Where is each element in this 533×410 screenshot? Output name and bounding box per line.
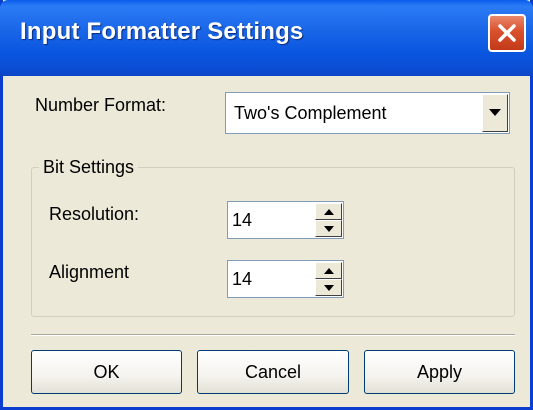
resolution-increment-button[interactable]	[315, 203, 342, 220]
dialog-window: Input Formatter Settings Number Format: …	[0, 0, 533, 410]
chevron-down-icon	[489, 109, 501, 116]
dropdown-button[interactable]	[482, 94, 508, 132]
spin-up-icon	[324, 209, 334, 215]
title-bar[interactable]: Input Formatter Settings	[0, 0, 533, 76]
alignment-increment-button[interactable]	[315, 262, 342, 279]
resolution-value[interactable]: 14	[232, 210, 252, 231]
number-format-select[interactable]: Two's Complement	[225, 92, 510, 134]
alignment-value[interactable]: 14	[232, 269, 252, 290]
alignment-decrement-button[interactable]	[315, 279, 342, 296]
cancel-button[interactable]: Cancel	[197, 350, 349, 394]
ok-button[interactable]: OK	[31, 350, 182, 394]
close-icon	[498, 24, 516, 42]
spin-down-icon	[324, 226, 334, 232]
resolution-decrement-button[interactable]	[315, 220, 342, 237]
button-separator	[31, 334, 515, 336]
apply-button[interactable]: Apply	[364, 350, 515, 394]
resolution-spin-buttons	[315, 203, 342, 237]
alignment-spinner[interactable]: 14	[227, 260, 344, 298]
bit-settings-label: Bit Settings	[39, 157, 139, 178]
spin-up-icon	[324, 268, 334, 274]
close-button[interactable]	[488, 14, 526, 52]
window-title: Input Formatter Settings	[20, 18, 304, 45]
number-format-value: Two's Complement	[234, 103, 387, 123]
alignment-label: Alignment	[49, 262, 130, 282]
resolution-spinner[interactable]: 14	[227, 201, 344, 239]
resolution-label: Resolution:	[49, 204, 140, 224]
spin-down-icon	[324, 285, 334, 291]
number-format-label: Number Format:	[35, 95, 167, 115]
alignment-spin-buttons	[315, 262, 342, 296]
